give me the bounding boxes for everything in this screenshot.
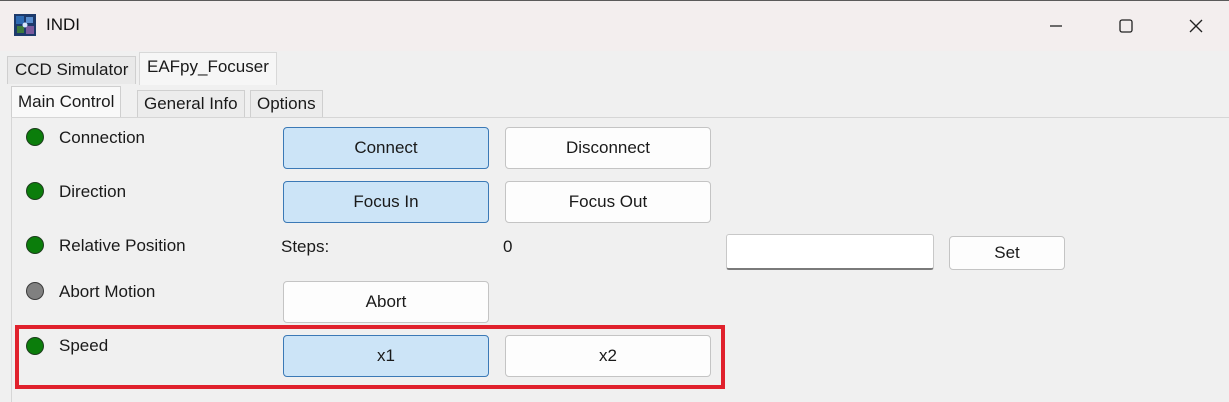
set-button[interactable]: Set (949, 236, 1065, 270)
close-icon (1189, 19, 1203, 33)
focus-in-button[interactable]: Focus In (283, 181, 489, 223)
window-title: INDI (46, 15, 80, 34)
close-button[interactable] (1161, 1, 1229, 51)
maximize-icon (1119, 19, 1133, 33)
focus-out-button[interactable]: Focus Out (505, 181, 711, 223)
minimize-icon (1050, 25, 1062, 27)
steps-input[interactable] (726, 234, 934, 270)
direction-status-led (26, 182, 44, 200)
device-tab-bar: CCD Simulator EAFpy_Focuser (0, 50, 1229, 85)
relative-position-label: Relative Position (59, 236, 186, 255)
connection-status-led (26, 128, 44, 146)
tab-general-info[interactable]: General Info (137, 90, 245, 118)
maximize-button[interactable] (1091, 1, 1161, 51)
abort-motion-status-led (26, 282, 44, 300)
steps-value: 0 (503, 237, 513, 256)
tab-main-control[interactable]: Main Control (11, 86, 122, 118)
tab-eafpy-focuser[interactable]: EAFpy_Focuser (139, 52, 277, 85)
disconnect-button[interactable]: Disconnect (505, 127, 711, 169)
connect-button[interactable]: Connect (283, 127, 489, 169)
connection-label: Connection (59, 128, 146, 147)
tab-ccd-simulator[interactable]: CCD Simulator (7, 56, 137, 84)
title-bar: INDI (0, 0, 1229, 51)
indi-app-icon (14, 14, 36, 36)
relative-position-status-led (26, 236, 44, 254)
direction-label: Direction (59, 182, 127, 201)
abort-motion-label: Abort Motion (59, 282, 156, 301)
group-tab-bar: Main Control General Info Options (0, 84, 1229, 118)
speed-highlight-box (15, 325, 725, 389)
tab-options[interactable]: Options (250, 90, 323, 118)
abort-button[interactable]: Abort (283, 281, 489, 323)
minimize-button[interactable] (1021, 1, 1091, 51)
steps-label: Steps: (281, 237, 330, 256)
